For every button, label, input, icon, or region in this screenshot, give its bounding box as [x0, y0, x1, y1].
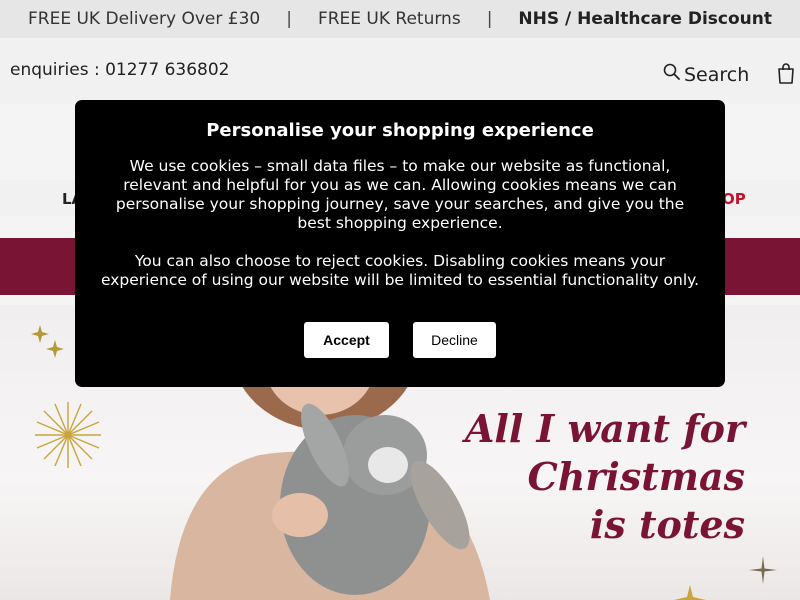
cookie-overlay: Personalise your shopping experience We …	[0, 0, 800, 600]
accept-button[interactable]: Accept	[304, 322, 389, 358]
decline-button[interactable]: Decline	[413, 322, 496, 358]
dialog-title: Personalise your shopping experience	[206, 120, 594, 141]
dialog-text-reject-info: You can also choose to reject cookies. D…	[100, 252, 700, 289]
dialog-text-cookies-intro: We use cookies – small data files – to m…	[115, 157, 685, 232]
cookie-consent-dialog: Personalise your shopping experience We …	[75, 100, 725, 387]
dialog-buttons: Accept Decline	[75, 322, 725, 358]
